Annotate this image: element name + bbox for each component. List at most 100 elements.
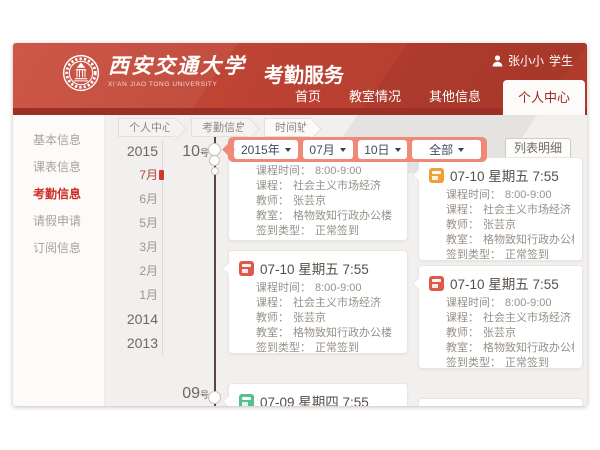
chevron-down-icon [340, 148, 346, 155]
main-nav: 首页 教室情况 其他信息 个人中心 [281, 80, 585, 115]
card-title: 07-10 星期五 7:55 [260, 258, 369, 278]
field-value: 正常签到 [315, 225, 359, 237]
field-value: 8:00-9:00 [315, 165, 361, 177]
field-label: 签到类型： [446, 357, 501, 369]
timeline-day-marker-09[interactable]: 09号 [163, 385, 209, 403]
field-label: 课程时间： [446, 189, 501, 201]
sidebar-item-subscription-info[interactable]: 订阅信息 [13, 235, 104, 262]
timeline-node [208, 391, 221, 404]
field-value: 8:00-9:00 [505, 189, 551, 201]
nav-item-home[interactable]: 首页 [281, 86, 335, 115]
date-nav-year-2013[interactable]: 2013 [108, 331, 163, 355]
nav-tab-personal-center-active[interactable]: 个人中心 [503, 80, 585, 115]
field-label: 课程： [256, 180, 289, 192]
date-nav-list: 2015 7月 6月 5月 3月 2月 1月 2014 2013 [108, 139, 163, 355]
field-value: 格物致知行政办公楼 [293, 327, 392, 339]
field-label: 教室： [256, 327, 289, 339]
user-role: 学生 [549, 52, 573, 69]
date-nav-month-7-active[interactable]: 7月 [108, 163, 163, 187]
field-label: 教室： [256, 210, 289, 222]
date-nav-month-1[interactable]: 1月 [108, 283, 163, 307]
attendance-card[interactable]: 07-10 星期五 7:55 课程时间： 8:00-9:00 课程： 社会主义市场经… [228, 250, 408, 354]
field-value: 社会主义市场经济 [483, 312, 571, 324]
university-emblem-icon [62, 54, 100, 92]
card-title: 07-10 星期五 7:55 [450, 273, 559, 293]
field-value: 正常签到 [315, 342, 359, 354]
attendance-card[interactable]: 07-10 星期五 7:55 课程时间： 8:00-9:00 课程： 社会主义市场经… [418, 157, 583, 261]
year-select[interactable]: 2015年 [234, 140, 298, 159]
field-label: 教师： [256, 312, 289, 324]
field-value: 格物致知行政办公楼 [293, 210, 392, 222]
calendar-stamp-icon [239, 394, 254, 407]
attendance-card[interactable]: 07-10 星期五 7:55 课程时间： 8:00-9:00 课程： 社会主义市场经… [418, 265, 583, 369]
date-nav-month-6[interactable]: 6月 [108, 187, 163, 211]
university-name-en: XI'AN JIAO TONG UNIVERSITY [108, 81, 246, 88]
attendance-card[interactable] [418, 398, 583, 406]
app-body: 基本信息 课表信息 考勤信息 请假申请 订阅信息 个人中心 考勤信息 时间轴 2… [13, 115, 587, 406]
field-label: 课程： [256, 297, 289, 309]
sidebar-item-attendance-info-active[interactable]: 考勤信息 [13, 181, 104, 208]
field-label: 课程： [446, 204, 479, 216]
attendance-card[interactable]: 07-09 星期四 7:55 [228, 383, 408, 406]
date-nav-month-5[interactable]: 5月 [108, 211, 163, 235]
breadcrumb-attendance-info[interactable]: 考勤信息 [191, 118, 250, 137]
calendar-stamp-icon [429, 168, 444, 183]
day-select[interactable]: 10日 [358, 140, 408, 159]
chevron-down-icon [285, 148, 291, 155]
field-label: 签到类型： [256, 342, 311, 354]
field-value: 格物致知行政办公楼 [483, 234, 574, 246]
field-label: 教师： [256, 195, 289, 207]
timeline-day-marker-10[interactable]: 10号 [163, 143, 209, 161]
date-nav-year-2014[interactable]: 2014 [108, 307, 163, 331]
timeline-node [209, 155, 220, 166]
screenshot-canvas: 西安交通大学 XI'AN JIAO TONG UNIVERSITY 考勤服务 张… [0, 0, 600, 450]
user-account-menu[interactable]: 张小小 学生 [492, 52, 573, 69]
field-label: 签到类型： [256, 225, 311, 237]
university-name-block: 西安交通大学 XI'AN JIAO TONG UNIVERSITY [108, 54, 246, 88]
breadcrumb-personal-center[interactable]: 个人中心 [118, 118, 177, 137]
field-value: 社会主义市场经济 [293, 297, 381, 309]
field-value: 社会主义市场经济 [483, 204, 571, 216]
current-month-tick [159, 170, 164, 180]
field-label: 签到类型： [446, 249, 501, 261]
type-select[interactable]: 全部 [412, 140, 481, 159]
field-label: 课程时间： [256, 165, 311, 177]
field-label: 课程时间： [256, 282, 311, 294]
field-label: 教室： [446, 234, 479, 246]
chevron-down-icon [395, 148, 401, 155]
field-value: 格物致知行政办公楼 [483, 342, 574, 354]
field-label: 教室： [446, 342, 479, 354]
card-title: 07-09 星期四 7:55 [260, 391, 369, 406]
month-select[interactable]: 07月 [303, 140, 353, 159]
date-nav-month-3[interactable]: 3月 [108, 235, 163, 259]
university-name-cn: 西安交通大学 [108, 54, 246, 78]
date-nav-month-2[interactable]: 2月 [108, 259, 163, 283]
field-value: 张芸京 [483, 327, 516, 339]
date-nav-year-2015[interactable]: 2015 [108, 139, 163, 163]
field-value: 8:00-9:00 [505, 297, 551, 309]
field-value: 张芸京 [483, 219, 516, 231]
attendance-app-window: 西安交通大学 XI'AN JIAO TONG UNIVERSITY 考勤服务 张… [13, 43, 587, 406]
user-icon [492, 55, 503, 67]
calendar-stamp-icon [239, 261, 254, 276]
date-filter-bar: 2015年 07月 10日 全部 [228, 137, 487, 162]
breadcrumb-timeline-current[interactable]: 时间轴 [264, 118, 312, 137]
sidebar: 基本信息 课表信息 考勤信息 请假申请 订阅信息 [13, 115, 105, 406]
field-value: 张芸京 [293, 195, 326, 207]
field-label: 教师： [446, 219, 479, 231]
nav-item-classrooms[interactable]: 教室情况 [335, 86, 415, 115]
field-label: 课程： [446, 312, 479, 324]
field-value: 张芸京 [293, 312, 326, 324]
card-title: 07-10 星期五 7:55 [450, 165, 559, 185]
nav-item-other-info[interactable]: 其他信息 [415, 86, 495, 115]
field-value: 8:00-9:00 [315, 282, 361, 294]
field-value: 正常签到 [505, 357, 549, 369]
sidebar-item-basic-info[interactable]: 基本信息 [13, 127, 104, 154]
field-label: 教师： [446, 327, 479, 339]
breadcrumb: 个人中心 考勤信息 时间轴 [118, 118, 312, 137]
field-label: 课程时间： [446, 297, 501, 309]
sidebar-item-leave-request[interactable]: 请假申请 [13, 208, 104, 235]
chevron-down-icon [458, 148, 464, 155]
sidebar-item-schedule-info[interactable]: 课表信息 [13, 154, 104, 181]
calendar-stamp-icon [429, 276, 444, 291]
